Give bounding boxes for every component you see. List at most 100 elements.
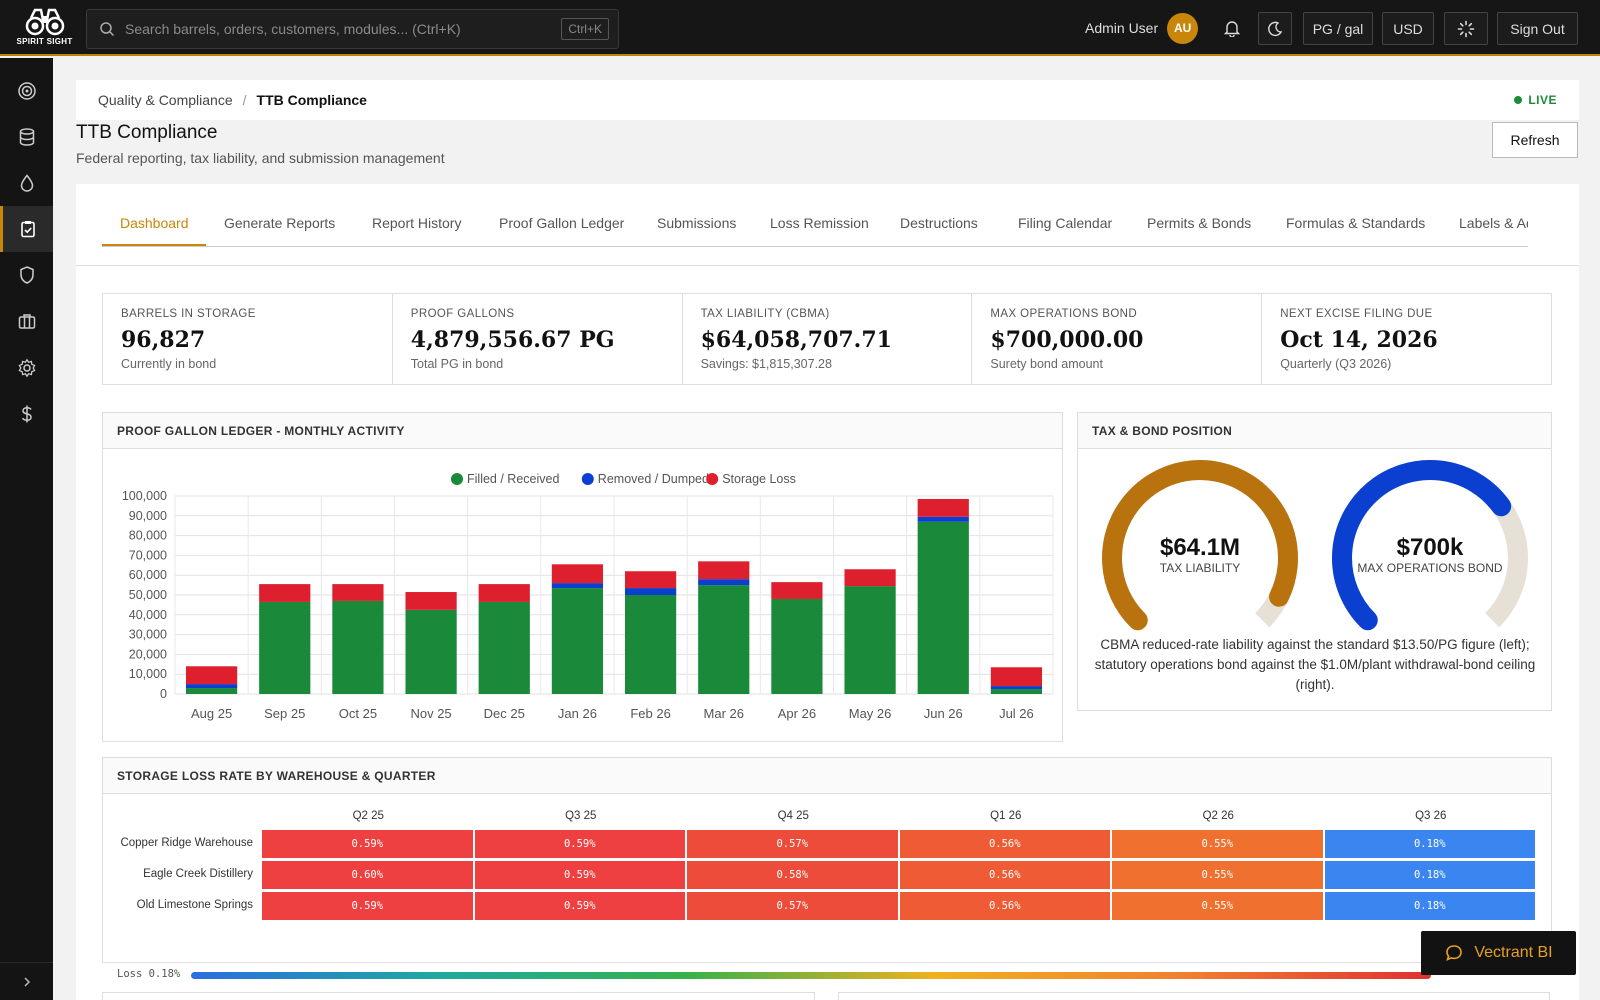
tab-dashboard[interactable]: Dashboard [102, 215, 206, 246]
card-title: TAX & BOND POSITION [1078, 413, 1551, 449]
user-menu[interactable]: Admin User AU [1085, 0, 1199, 56]
bar-segment [698, 561, 750, 580]
heatmap-cell[interactable]: 0.59% [474, 892, 685, 920]
heatmap-row-label: Copper Ridge Warehouse [120, 837, 253, 849]
kpi-proof-gallons: PROOF GALLONS 4,879,556.67 PG Total PG i… [393, 294, 683, 384]
tab-bar: Dashboard Generate Reports Report Histor… [102, 215, 1528, 247]
heatmap-cell[interactable]: 0.58% [687, 861, 898, 889]
bar-segment [698, 585, 750, 694]
tab-destructions[interactable]: Destructions [900, 215, 978, 246]
page-subtitle: Federal reporting, tax liability, and su… [76, 150, 445, 166]
sidebar [0, 58, 53, 1000]
briefcase-icon [18, 314, 35, 329]
bottom-card-left [102, 992, 815, 1000]
tab-loss-remission[interactable]: Loss Remission [770, 215, 869, 246]
heatmap-cell[interactable]: 0.59% [262, 892, 473, 920]
kpi-row: BARRELS IN STORAGE 96,827 Currently in b… [102, 293, 1552, 385]
x-tick-label: May 26 [849, 706, 892, 721]
bar-segment [917, 498, 969, 517]
sidebar-item-settings[interactable] [0, 346, 53, 390]
heatmap-cell[interactable]: 0.60% [262, 861, 473, 889]
kpi-barrels: BARRELS IN STORAGE 96,827 Currently in b… [103, 294, 393, 384]
theme-toggle-button[interactable] [1258, 12, 1292, 45]
legend-swatch [706, 473, 719, 485]
heatmap-cell[interactable]: 0.55% [1112, 861, 1323, 889]
dollar-icon [21, 405, 32, 423]
sidebar-item-inventory[interactable] [0, 115, 53, 159]
tab-formulas-standards[interactable]: Formulas & Standards [1286, 215, 1425, 246]
chat-bubble-icon [1446, 945, 1463, 961]
sidebar-item-compliance[interactable] [0, 206, 53, 252]
gauge-value: $64.1M [1160, 534, 1240, 561]
heatmap-cell[interactable]: 0.55% [1112, 892, 1323, 920]
heatmap-cell[interactable]: 0.57% [687, 830, 898, 858]
heatmap-cell[interactable]: 0.56% [899, 892, 1110, 920]
sidebar-item-production[interactable] [0, 161, 53, 205]
search-icon [100, 22, 115, 37]
heatmap-cell[interactable]: 0.18% [1324, 861, 1535, 889]
tab-generate-reports[interactable]: Generate Reports [224, 215, 335, 246]
avatar[interactable]: AU [1167, 12, 1199, 44]
y-tick-label: 30,000 [129, 628, 167, 642]
heatmap-cell[interactable]: 0.57% [687, 892, 898, 920]
spirit-sight-logo[interactable]: SPIRIT SIGHT [16, 0, 72, 55]
bar-segment [185, 688, 238, 694]
bar-segment [551, 588, 604, 694]
search-shortcut-badge: Ctrl+K [561, 18, 609, 40]
sidebar-item-finance[interactable] [0, 392, 53, 436]
sign-out-button[interactable]: Sign Out [1497, 12, 1578, 45]
kpi-value: $700,000.00 [990, 327, 1144, 353]
moon-icon [1268, 21, 1283, 36]
breadcrumb-parent[interactable]: Quality & Compliance [98, 92, 233, 108]
heatmap-cell[interactable]: 0.59% [474, 830, 685, 858]
global-search[interactable]: Ctrl+K [86, 9, 619, 49]
heatmap-cell[interactable]: 0.56% [899, 861, 1110, 889]
bar-segment [478, 584, 530, 602]
kpi-sub: Savings: $1,815,307.28 [700, 357, 832, 371]
x-tick-label: Sep 25 [264, 706, 305, 721]
card-title: PROOF GALLON LEDGER - MONTHLY ACTIVITY [103, 413, 1062, 449]
kpi-sub: Total PG in bond [410, 357, 504, 371]
heatmap-cell[interactable]: 0.56% [899, 830, 1110, 858]
bar-segment [185, 684, 238, 689]
y-tick-label: 90,000 [129, 509, 167, 523]
refresh-button[interactable]: Refresh [1492, 122, 1578, 158]
currency-toggle-button[interactable]: USD [1382, 12, 1434, 45]
heatmap-row-label: Eagle Creek Distillery [143, 868, 253, 880]
chevron-right-icon [23, 976, 30, 987]
shield-icon [19, 266, 34, 284]
bar-segment [551, 564, 604, 584]
kpi-value: $64,058,707.71 [700, 327, 892, 353]
heatmap-cell[interactable]: 0.18% [1324, 830, 1535, 858]
tab-submissions[interactable]: Submissions [657, 215, 736, 246]
top-bar: SPIRIT SIGHT Ctrl+K Admin User AU PG / g… [0, 0, 1600, 56]
heatmap-cell[interactable]: 0.59% [262, 830, 473, 858]
live-dot-icon [1514, 96, 1523, 104]
tab-report-history[interactable]: Report History [372, 215, 461, 246]
tab-permits-bonds[interactable]: Permits & Bonds [1147, 215, 1251, 246]
gauge-value: $700k [1397, 534, 1464, 561]
sidebar-item-security[interactable] [0, 253, 53, 297]
notifications-button[interactable] [1215, 12, 1249, 44]
bar-segment [259, 601, 311, 694]
vectrant-bi-button[interactable]: Vectrant BI [1421, 931, 1576, 975]
sidebar-item-business[interactable] [0, 299, 53, 343]
y-tick-label: 80,000 [129, 529, 167, 543]
kpi-label: NEXT EXCISE FILING DUE [1280, 308, 1433, 320]
tab-filing-calendar[interactable]: Filing Calendar [1018, 215, 1112, 246]
sidebar-expand-button[interactable] [0, 962, 53, 1000]
y-tick-label: 100,000 [122, 489, 167, 503]
tab-proof-gallon-ledger[interactable]: Proof Gallon Ledger [499, 215, 624, 246]
sidebar-item-overview[interactable] [0, 69, 53, 113]
heatmap-cell[interactable]: 0.55% [1112, 830, 1323, 858]
droplet-icon [20, 174, 33, 192]
heatmap-cell[interactable]: 0.59% [474, 861, 685, 889]
tab-labels-advertising[interactable]: Labels & Adver [1459, 215, 1528, 246]
loading-spinner-button[interactable] [1444, 12, 1488, 45]
bottom-card-right [838, 992, 1550, 1000]
heatmap-cell[interactable]: 0.18% [1324, 892, 1535, 920]
search-input[interactable] [125, 21, 545, 37]
y-tick-label: 40,000 [129, 608, 167, 622]
unit-toggle-button[interactable]: PG / gal [1303, 12, 1373, 45]
x-tick-label: Mar 26 [704, 706, 744, 721]
